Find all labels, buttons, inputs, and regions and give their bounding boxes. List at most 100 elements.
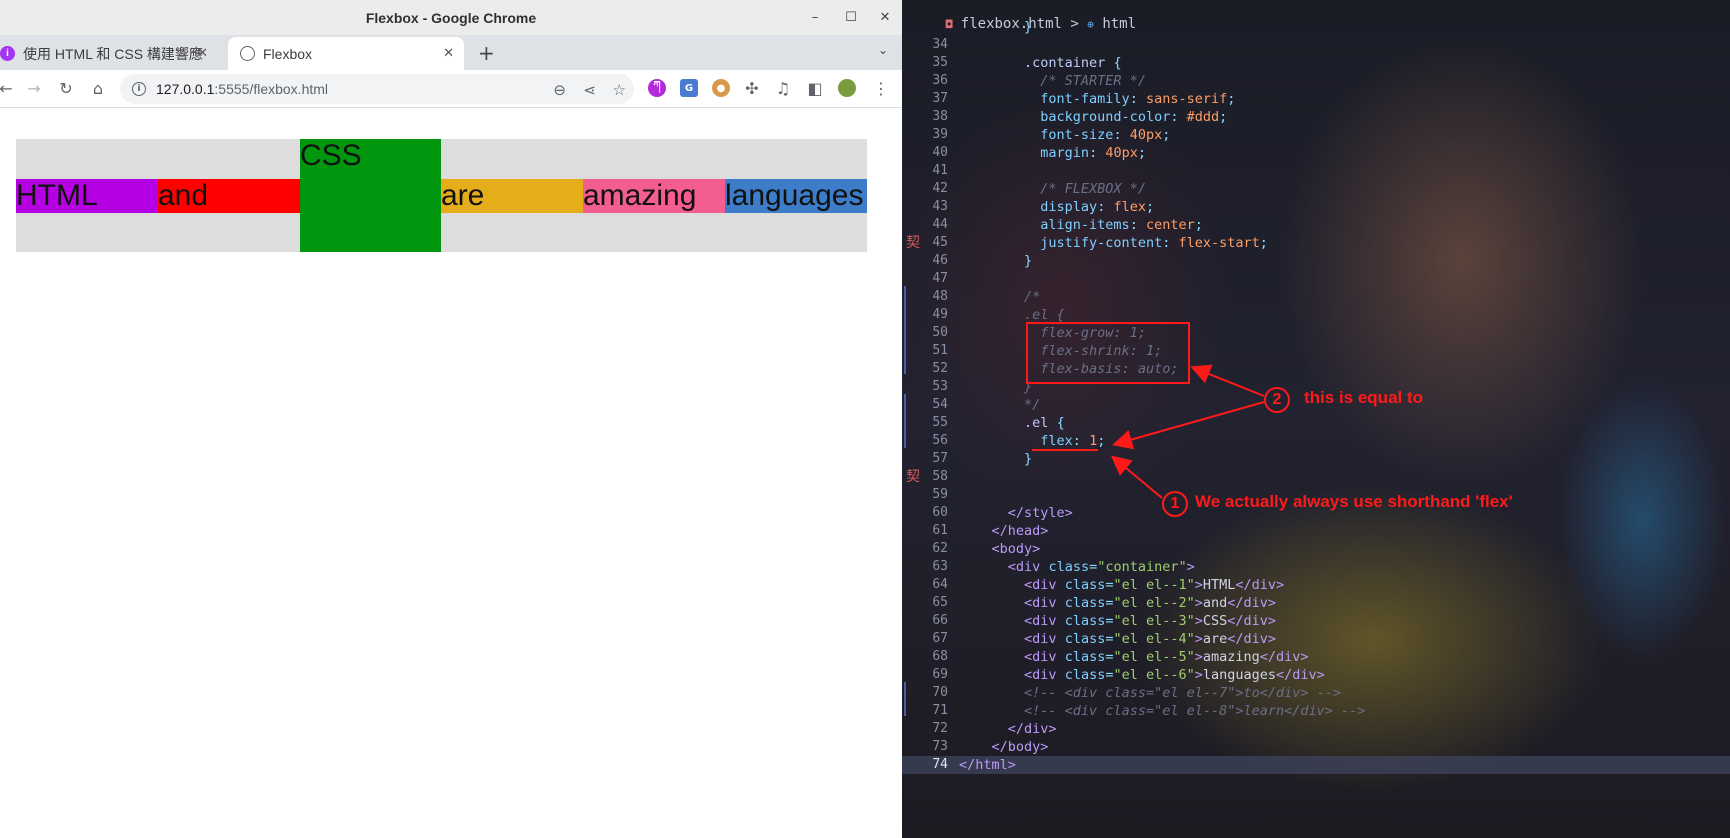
code-line[interactable]: } bbox=[902, 18, 1730, 36]
code-line[interactable]: 46 } bbox=[902, 252, 1730, 270]
code-line[interactable]: 64 <div class="el el--1">HTML</div> bbox=[902, 576, 1730, 594]
code-text[interactable]: align-items: center; bbox=[959, 216, 1203, 234]
code-line[interactable]: 66 <div class="el el--3">CSS</div> bbox=[902, 612, 1730, 630]
tab-search-icon[interactable]: ⌄ bbox=[878, 43, 888, 57]
code-text[interactable]: flex: 1; bbox=[959, 432, 1105, 450]
bookmark-star-icon[interactable]: ☆ bbox=[613, 81, 626, 99]
code-text[interactable]: <!-- <div class="el el--8">learn</div> -… bbox=[959, 702, 1365, 720]
code-text[interactable]: } bbox=[959, 450, 1032, 468]
reload-icon[interactable]: ↻ bbox=[56, 78, 76, 98]
minimize-button[interactable]: – bbox=[798, 0, 832, 35]
line-number: 47 bbox=[932, 271, 948, 286]
code-line[interactable]: 62 <body> bbox=[902, 540, 1730, 558]
code-line[interactable]: 70 <!-- <div class="el el--7">to</div> -… bbox=[902, 684, 1730, 702]
annotation-text-2: this is equal to bbox=[1304, 388, 1424, 407]
code-text[interactable]: </style> bbox=[959, 504, 1073, 522]
share-icon[interactable]: ⋖ bbox=[583, 81, 596, 99]
code-line[interactable]: 73 </body> bbox=[902, 738, 1730, 756]
forward-icon[interactable]: → bbox=[24, 78, 44, 98]
code-text[interactable]: } bbox=[959, 252, 1032, 270]
media-control-icon[interactable]: ♫ bbox=[773, 78, 793, 98]
code-line[interactable]: 44 align-items: center; bbox=[902, 216, 1730, 234]
address-bar[interactable]: i 127.0.0.1:5555/flexbox.html ⊖ ⋖ ☆ bbox=[120, 74, 634, 104]
code-text[interactable]: } bbox=[959, 378, 1032, 396]
code-line[interactable]: 74 </html> bbox=[902, 756, 1730, 774]
flex-item-3: CSS bbox=[300, 139, 441, 252]
code-text[interactable]: <div class="el el--1">HTML</div> bbox=[959, 576, 1284, 594]
code-text[interactable]: <body> bbox=[959, 540, 1041, 558]
code-text[interactable]: margin: 40px; bbox=[959, 144, 1146, 162]
extension-icon-translate[interactable]: ཀ bbox=[648, 79, 666, 97]
code-line[interactable]: 45 justify-content: flex-start; bbox=[902, 234, 1730, 252]
code-line[interactable]: 71 <!-- <div class="el el--8">learn</div… bbox=[902, 702, 1730, 720]
code-line[interactable]: 39 font-size: 40px; bbox=[902, 126, 1730, 144]
zoom-icon[interactable]: ⊖ bbox=[553, 81, 566, 99]
code-text[interactable]: </head> bbox=[959, 522, 1049, 540]
tab-flexbox[interactable]: Flexbox ✕ bbox=[228, 37, 464, 70]
code-line[interactable]: 40 margin: 40px; bbox=[902, 144, 1730, 162]
code-text[interactable]: font-family: sans-serif; bbox=[959, 90, 1235, 108]
code-text[interactable]: </div> bbox=[959, 720, 1057, 738]
cookie-icon[interactable]: ● bbox=[712, 79, 730, 97]
line-number: 67 bbox=[932, 631, 948, 646]
code-text[interactable]: .container { bbox=[959, 54, 1122, 72]
code-text[interactable]: justify-content: flex-start; bbox=[959, 234, 1268, 252]
google-translate-icon[interactable]: G bbox=[680, 79, 698, 97]
profile-avatar[interactable] bbox=[838, 79, 856, 97]
code-text[interactable]: <div class="el el--4">are</div> bbox=[959, 630, 1276, 648]
code-text[interactable]: <div class="el el--2">and</div> bbox=[959, 594, 1276, 612]
code-line[interactable]: 37 font-family: sans-serif; bbox=[902, 90, 1730, 108]
code-line[interactable]: 42 /* FLEXBOX */ bbox=[902, 180, 1730, 198]
code-text[interactable]: /* bbox=[959, 288, 1040, 306]
maximize-button[interactable]: ☐ bbox=[834, 0, 868, 35]
new-tab-button[interactable]: + bbox=[478, 41, 495, 65]
code-text[interactable]: /* FLEXBOX */ bbox=[959, 180, 1146, 198]
code-line[interactable]: 38 background-color: #ddd; bbox=[902, 108, 1730, 126]
close-window-button[interactable]: ✕ bbox=[868, 0, 902, 35]
tab-udemy[interactable]: i 使用 HTML 和 CSS 構建響應 ✕ bbox=[0, 37, 218, 70]
tab-close-icon[interactable]: ✕ bbox=[443, 45, 454, 61]
code-line[interactable]: 65 <div class="el el--2">and</div> bbox=[902, 594, 1730, 612]
code-line[interactable]: 55 .el { bbox=[902, 414, 1730, 432]
code-text[interactable]: display: flex; bbox=[959, 198, 1154, 216]
code-text[interactable]: } bbox=[959, 18, 1032, 36]
side-panel-icon[interactable]: ◧ bbox=[805, 78, 825, 98]
code-text[interactable]: */ bbox=[959, 396, 1040, 414]
code-line[interactable]: 34 bbox=[902, 36, 1730, 54]
tab-close-icon[interactable]: ✕ bbox=[197, 45, 208, 61]
code-text[interactable]: <!-- <div class="el el--7">to</div> --> bbox=[959, 684, 1341, 702]
extensions-puzzle-icon[interactable]: ✣ bbox=[742, 78, 762, 98]
menu-kebab-icon[interactable]: ⋮ bbox=[871, 78, 891, 98]
code-line[interactable]: 43 display: flex; bbox=[902, 198, 1730, 216]
code-line[interactable]: 67 <div class="el el--4">are</div> bbox=[902, 630, 1730, 648]
code-text[interactable]: <div class="el el--5">amazing</div> bbox=[959, 648, 1309, 666]
code-line[interactable]: 36 /* STARTER */ bbox=[902, 72, 1730, 90]
code-line[interactable]: 69 <div class="el el--6">languages</div> bbox=[902, 666, 1730, 684]
code-text[interactable]: <div class="el el--6">languages</div> bbox=[959, 666, 1325, 684]
code-text[interactable]: <div class="container"> bbox=[959, 558, 1195, 576]
code-line[interactable]: 41 bbox=[902, 162, 1730, 180]
flex-item-2: and bbox=[158, 178, 300, 213]
code-line[interactable]: 72 </div> bbox=[902, 720, 1730, 738]
code-line[interactable]: 35 .container { bbox=[902, 54, 1730, 72]
code-line[interactable]: 56 flex: 1; bbox=[902, 432, 1730, 450]
code-text[interactable]: background-color: #ddd; bbox=[959, 108, 1227, 126]
code-editor[interactable]: ◘ flexbox.html > ⊕ html } 34 35 .container… bbox=[902, 0, 1730, 838]
code-line[interactable]: 61 </head> bbox=[902, 522, 1730, 540]
code-text[interactable]: .el { bbox=[959, 414, 1065, 432]
code-line[interactable]: 68 <div class="el el--5">amazing</div> bbox=[902, 648, 1730, 666]
code-line[interactable]: 58 bbox=[902, 468, 1730, 486]
code-line[interactable]: 47 bbox=[902, 270, 1730, 288]
back-icon[interactable]: ← bbox=[0, 78, 16, 98]
code-text[interactable]: /* STARTER */ bbox=[959, 72, 1146, 90]
code-text[interactable]: <div class="el el--3">CSS</div> bbox=[959, 612, 1276, 630]
code-line[interactable]: 57 } bbox=[902, 450, 1730, 468]
code-line[interactable]: 63 <div class="container"> bbox=[902, 558, 1730, 576]
code-text[interactable]: </html> bbox=[959, 756, 1016, 774]
line-number: 48 bbox=[932, 289, 948, 304]
code-text[interactable]: </body> bbox=[959, 738, 1049, 756]
site-info-icon[interactable]: i bbox=[132, 82, 146, 96]
home-icon[interactable]: ⌂ bbox=[88, 78, 108, 98]
code-line[interactable]: 48 /* bbox=[902, 288, 1730, 306]
code-text[interactable]: font-size: 40px; bbox=[959, 126, 1170, 144]
